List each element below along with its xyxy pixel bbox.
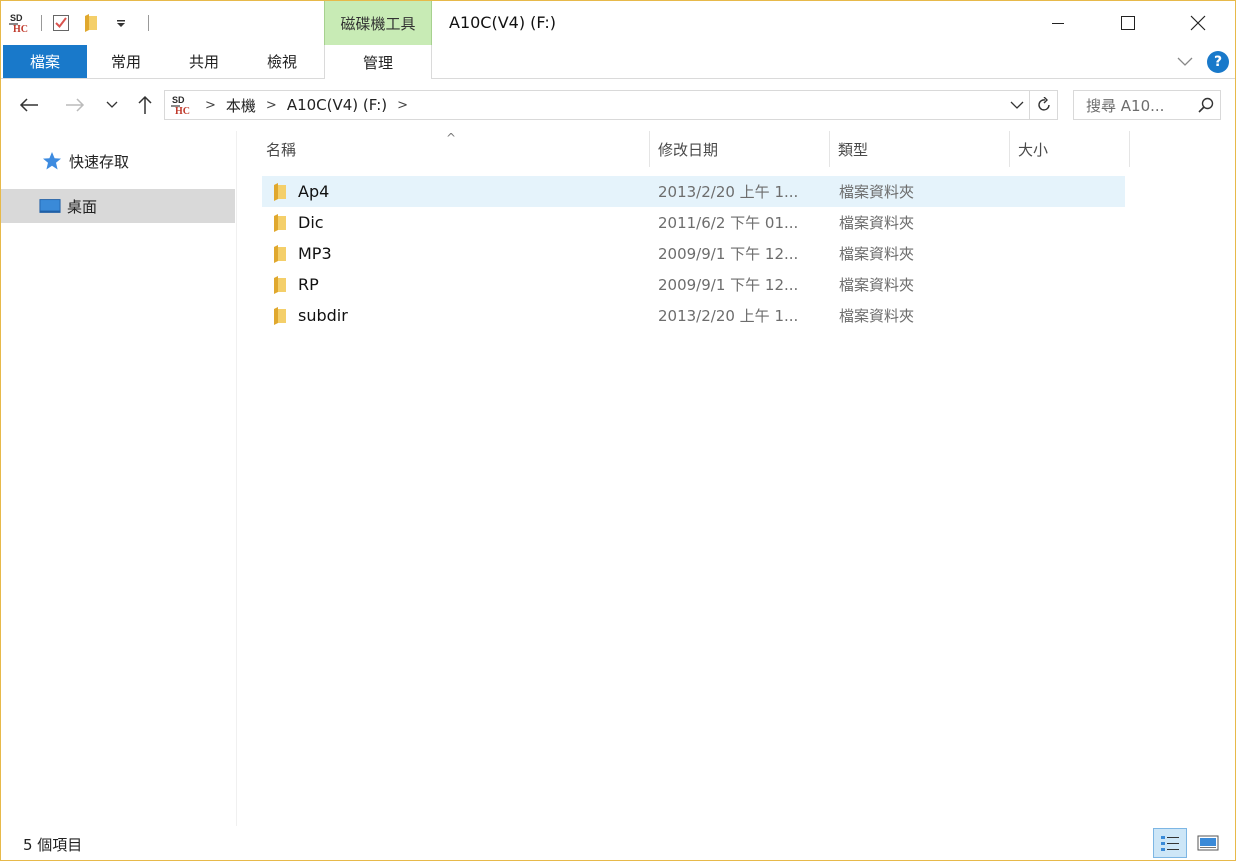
search-icon[interactable] (1192, 91, 1220, 119)
forward-arrow-icon (66, 98, 85, 112)
chevron-down-icon (106, 101, 118, 108)
file-name: MP3 (298, 244, 332, 263)
sidebar-item-desktop[interactable]: 桌面 (1, 189, 235, 223)
help-icon[interactable]: ? (1207, 51, 1229, 73)
file-date: 2013/2/20 上午 1... (658, 183, 799, 201)
folder-icon (274, 214, 286, 232)
file-date: 2009/9/1 下午 12... (658, 245, 799, 263)
refresh-button[interactable] (1029, 91, 1057, 119)
desktop-icon (39, 195, 61, 217)
new-folder-icon[interactable] (80, 12, 102, 34)
maximize-button[interactable] (1093, 1, 1163, 45)
column-header-name[interactable]: 名稱 (258, 131, 650, 167)
navigation-bar: SD HC > 本機 > A10C(V4) (F:) > 搜尋 A10... (1, 79, 1235, 131)
toolbar-divider (41, 15, 42, 31)
sd-card-icon: SD HC (169, 92, 195, 118)
svg-text:SD: SD (172, 95, 185, 105)
title-bar: SD HC 磁碟機工具 A10C(V4) (F:) (1, 1, 1235, 45)
close-button[interactable] (1163, 1, 1233, 45)
breadcrumb-separator-icon[interactable]: > (266, 98, 277, 113)
star-icon (41, 150, 63, 172)
view-switcher (1149, 828, 1225, 858)
folder-icon (274, 183, 286, 201)
tab-home[interactable]: 常用 (87, 45, 165, 78)
up-arrow-icon (138, 95, 152, 114)
back-button[interactable] (15, 93, 43, 117)
quick-access-toolbar: SD HC (7, 9, 157, 37)
column-header-type[interactable]: 類型 (830, 131, 1010, 167)
navigation-pane: 快速存取 桌面 (1, 131, 237, 826)
ribbon-controls: ? (1175, 51, 1229, 73)
explorer-window: SD HC 磁碟機工具 A10C(V4) (F:) 檔案 常用 共用 檢視 管理… (0, 0, 1236, 861)
file-date: 2011/6/2 下午 01... (658, 214, 799, 232)
column-header-size[interactable]: 大小 (1010, 131, 1130, 167)
file-type: 檔案資料夾 (839, 276, 915, 294)
maximize-icon (1121, 16, 1135, 30)
breadcrumb-separator-icon[interactable]: > (397, 98, 408, 113)
forward-button[interactable] (61, 93, 89, 117)
details-view-icon[interactable] (1153, 828, 1187, 858)
svg-text:HC: HC (175, 106, 190, 117)
breadcrumb-this-pc[interactable]: 本機 (226, 95, 256, 116)
svg-text:HC: HC (13, 24, 28, 35)
table-row[interactable]: Ap4 2013/2/20 上午 1... 檔案資料夾 (262, 176, 1125, 207)
expand-ribbon-chevron-icon[interactable] (1175, 52, 1195, 72)
ribbon-tabs: 檔案 常用 共用 檢視 管理 ? (1, 45, 1235, 79)
column-header-date[interactable]: 修改日期 (650, 131, 830, 167)
file-type: 檔案資料夾 (839, 183, 915, 201)
svg-text:SD: SD (10, 13, 23, 23)
address-bar-controls (1005, 91, 1057, 119)
file-rows: Ap4 2013/2/20 上午 1... 檔案資料夾 Dic 2011/6/2… (262, 176, 1125, 331)
address-bar[interactable]: SD HC > 本機 > A10C(V4) (F:) > (164, 90, 1058, 120)
customize-qat-dropdown-icon[interactable] (110, 12, 132, 34)
sidebar-item-quick-access[interactable]: 快速存取 (1, 144, 235, 178)
window-title: A10C(V4) (F:) (449, 13, 557, 32)
table-row[interactable]: RP 2009/9/1 下午 12... 檔案資料夾 (262, 269, 1125, 300)
large-icons-view-icon[interactable] (1191, 828, 1225, 858)
folder-icon (274, 276, 286, 294)
file-type: 檔案資料夾 (839, 245, 915, 263)
chevron-down-icon (1010, 101, 1024, 109)
toolbar-divider (148, 15, 149, 31)
table-row[interactable]: Dic 2011/6/2 下午 01... 檔案資料夾 (262, 207, 1125, 238)
table-row[interactable]: MP3 2009/9/1 下午 12... 檔案資料夾 (262, 238, 1125, 269)
file-type: 檔案資料夾 (839, 307, 915, 325)
sidebar-item-label: 桌面 (67, 197, 98, 216)
tab-view[interactable]: 檢視 (243, 45, 321, 78)
status-bar: 5 個項目 (1, 826, 1235, 860)
item-count: 5 個項目 (23, 836, 83, 854)
recent-locations-button[interactable] (101, 93, 123, 117)
sd-card-icon[interactable]: SD HC (7, 10, 33, 36)
file-name: Ap4 (298, 182, 330, 201)
properties-check-icon[interactable] (50, 12, 72, 34)
file-date: 2009/9/1 下午 12... (658, 276, 799, 294)
breadcrumb-separator-icon[interactable]: > (205, 98, 216, 113)
tab-file[interactable]: 檔案 (3, 45, 87, 78)
drive-tools-context-header: 磁碟機工具 (324, 1, 432, 45)
close-icon (1190, 15, 1206, 31)
search-box[interactable]: 搜尋 A10... (1073, 90, 1221, 120)
file-name: Dic (298, 213, 324, 232)
minimize-icon (1052, 23, 1064, 24)
file-name: subdir (298, 306, 348, 325)
file-list-view: ^ 名稱 修改日期 類型 大小 Ap4 2013/2/20 上午 1... 檔案… (238, 131, 1235, 826)
minimize-button[interactable] (1023, 1, 1093, 45)
address-history-dropdown[interactable] (1005, 91, 1029, 119)
back-arrow-icon (19, 98, 38, 112)
tab-manage[interactable]: 管理 (324, 45, 432, 79)
refresh-icon (1037, 97, 1050, 111)
folder-icon (274, 245, 286, 263)
up-button[interactable] (131, 93, 159, 117)
folder-icon (274, 307, 286, 325)
table-row[interactable]: subdir 2013/2/20 上午 1... 檔案資料夾 (262, 300, 1125, 331)
file-name: RP (298, 275, 319, 294)
search-placeholder[interactable]: 搜尋 A10... (1086, 95, 1192, 116)
tab-share[interactable]: 共用 (165, 45, 243, 78)
file-date: 2013/2/20 上午 1... (658, 307, 799, 325)
breadcrumb-drive[interactable]: A10C(V4) (F:) (287, 96, 387, 114)
file-type: 檔案資料夾 (839, 214, 915, 232)
sidebar-item-label: 快速存取 (69, 152, 130, 171)
column-header-row: ^ 名稱 修改日期 類型 大小 (238, 131, 1235, 167)
